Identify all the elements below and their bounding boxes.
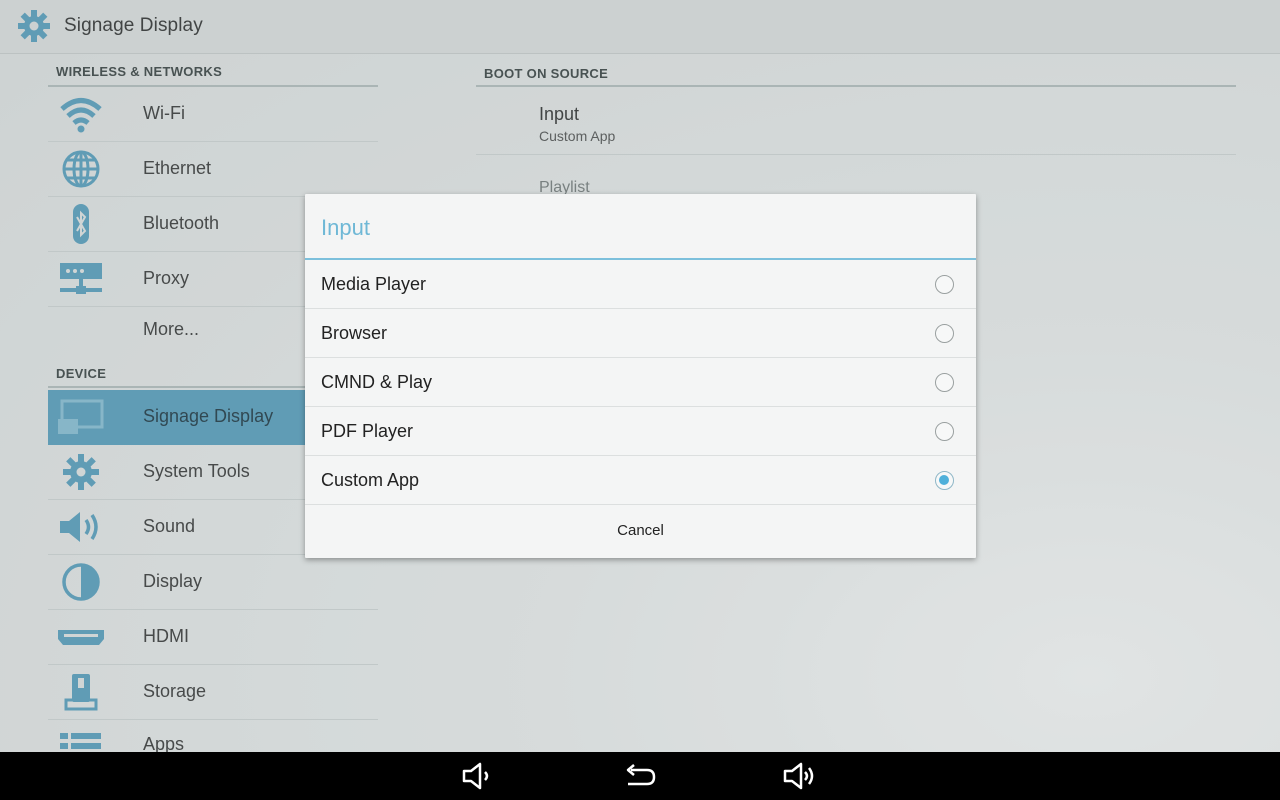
radio-button[interactable]	[935, 275, 954, 294]
option-browser[interactable]: Browser	[305, 309, 976, 358]
back-icon[interactable]	[622, 760, 656, 792]
dialog-title: Input	[321, 215, 370, 240]
option-cmnd-play[interactable]: CMND & Play	[305, 358, 976, 407]
option-label: Custom App	[321, 470, 420, 490]
option-label: PDF Player	[321, 421, 414, 441]
radio-button[interactable]	[935, 373, 954, 392]
option-label: Browser	[321, 323, 388, 343]
option-label: CMND & Play	[321, 372, 433, 392]
option-pdf-player[interactable]: PDF Player	[305, 407, 976, 456]
system-nav-bar	[0, 752, 1280, 800]
option-media-player[interactable]: Media Player	[305, 260, 976, 309]
volume-down-icon[interactable]	[461, 760, 495, 792]
cancel-button[interactable]: Cancel	[305, 504, 976, 558]
radio-button[interactable]	[935, 422, 954, 441]
volume-up-icon[interactable]	[782, 760, 816, 792]
option-label: Media Player	[321, 274, 427, 294]
option-custom-app[interactable]: Custom App	[305, 456, 976, 505]
input-dialog: Input Media Player Browser CMND & Play P…	[305, 194, 976, 558]
radio-button[interactable]	[935, 324, 954, 343]
radio-button-checked[interactable]	[935, 471, 954, 490]
